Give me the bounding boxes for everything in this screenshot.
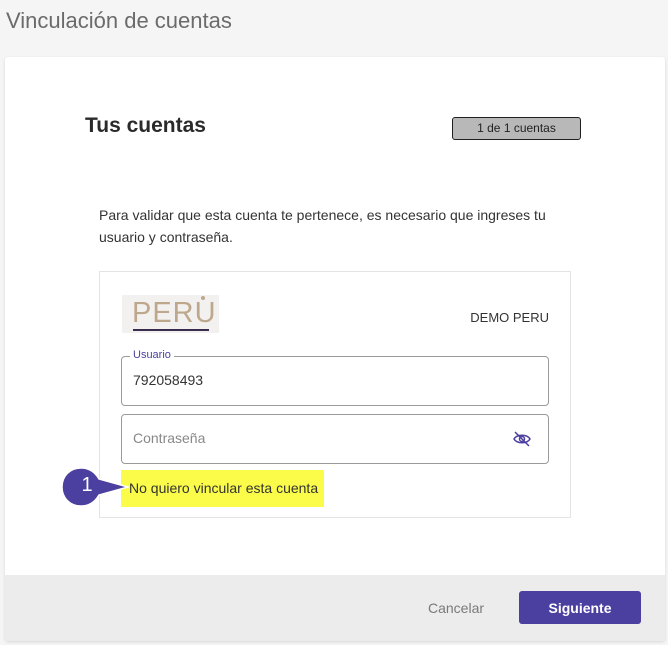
bank-logo: PERU [122, 295, 219, 333]
dialog-title: Tus cuentas [85, 114, 206, 137]
bank-logo-accent [201, 296, 205, 300]
password-field[interactable]: Contraseña [121, 414, 549, 464]
instructions-text: Para validar que esta cuenta te pertenec… [99, 207, 546, 245]
username-value[interactable]: 792058493 [133, 372, 203, 388]
account-linking-dialog: Tus cuentas 1 de 1 cuentas Para validar … [5, 57, 665, 641]
bank-logo-text: PERU [132, 297, 217, 329]
bank-logo-underline [133, 329, 209, 331]
eye-off-icon[interactable] [512, 430, 532, 448]
password-placeholder: Contraseña [133, 430, 206, 446]
username-label: Usuario [130, 349, 174, 361]
step-callout: 1 [61, 467, 131, 507]
skip-account-link[interactable]: No quiero vincular esta cuenta [129, 480, 318, 496]
account-name: DEMO PERU [470, 310, 549, 325]
dialog-footer: Cancelar Siguiente [5, 575, 665, 641]
callout-number: 1 [81, 474, 93, 496]
skip-link-highlight: No quiero vincular esta cuenta [121, 470, 324, 507]
account-card: PERU DEMO PERU Usuario 792058493 Contras… [99, 271, 571, 518]
next-button[interactable]: Siguiente [519, 591, 641, 624]
page-title: Vinculación de cuentas [6, 8, 232, 33]
cancel-button[interactable]: Cancelar [409, 591, 503, 625]
account-counter-badge: 1 de 1 cuentas [452, 117, 581, 140]
username-field[interactable]: Usuario 792058493 [121, 349, 549, 406]
